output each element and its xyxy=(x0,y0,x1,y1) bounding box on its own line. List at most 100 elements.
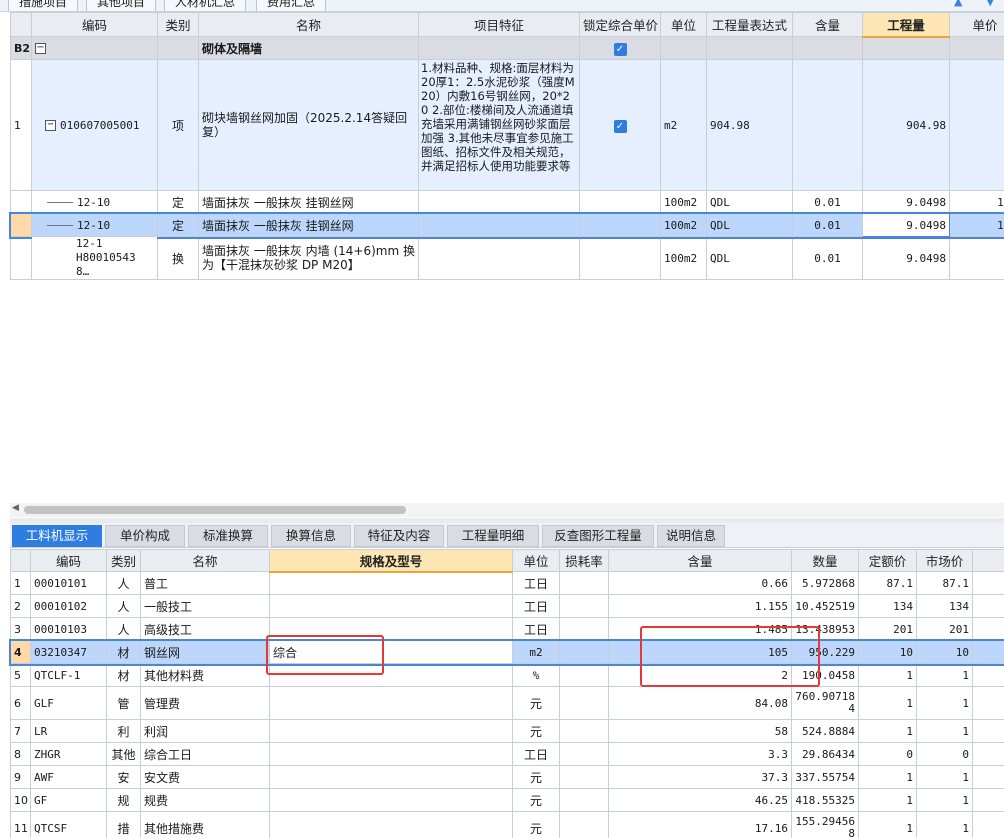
quota-type[interactable]: 换 xyxy=(157,236,199,280)
item-name[interactable]: 砌块墙钢丝网加固（2025.2.14答疑回复） xyxy=(198,59,419,191)
tab-measures[interactable]: 措施项目 xyxy=(8,0,79,11)
resource-name[interactable]: 管理费 xyxy=(140,686,270,720)
resource-quantity[interactable]: 418.55325 xyxy=(791,788,859,812)
tab-conversion-info[interactable]: 换算信息 xyxy=(271,525,351,547)
resource-content[interactable]: 3.3 xyxy=(608,742,792,766)
resource-loss-rate[interactable] xyxy=(559,719,609,743)
checkmark-icon[interactable]: ✓ xyxy=(613,42,627,56)
tab-material-summary[interactable]: 人材机汇总 xyxy=(164,0,247,11)
quota-expr[interactable]: QDL xyxy=(706,236,793,280)
resource-name[interactable]: 规费 xyxy=(140,788,270,812)
resource-row[interactable]: 10 GF 规规费元 46.25 418.55325 1 1 xyxy=(10,788,1004,812)
col-quantity[interactable]: 数量 xyxy=(791,549,859,572)
col-unit[interactable]: 单位 xyxy=(512,549,560,572)
item-type[interactable]: 项 xyxy=(157,59,199,191)
resource-quantity[interactable]: 29.86434 xyxy=(791,742,859,766)
resource-base-price[interactable]: 1 xyxy=(858,663,917,687)
resource-base-price[interactable]: 1 xyxy=(858,719,917,743)
resource-market-price[interactable]: 201 xyxy=(916,617,973,641)
resource-name[interactable]: 高级技工 xyxy=(140,617,270,641)
tab-standard-conversion[interactable]: 标准换算 xyxy=(188,525,268,547)
resource-code[interactable]: QTCLF-1 xyxy=(30,663,107,687)
resource-loss-rate[interactable] xyxy=(559,811,609,838)
resource-base-price[interactable]: 134 xyxy=(858,594,917,618)
resource-code[interactable]: 00010101 xyxy=(30,571,107,595)
resource-code[interactable]: 00010103 xyxy=(30,617,107,641)
resource-row[interactable]: 6 GLF 管管理费元 84.08 760.907184 1 1 xyxy=(10,686,1004,720)
resource-type[interactable]: 安 xyxy=(106,765,141,789)
resource-row[interactable]: 5 QTCLF-1 材其他材料费% 2 190.0458 1 1 xyxy=(10,663,1004,687)
resource-unit[interactable]: 工日 xyxy=(512,742,560,766)
tab-features-content[interactable]: 特征及内容 xyxy=(354,525,444,547)
resource-type[interactable]: 材 xyxy=(106,663,141,687)
arrow-down-icon[interactable]: ▼ xyxy=(986,0,994,8)
resource-content[interactable]: 46.25 xyxy=(608,788,792,812)
item-qty-expr[interactable]: 904.98 xyxy=(706,59,793,191)
quota-unit[interactable]: 100m2 xyxy=(660,190,707,214)
col-lock-price[interactable]: 锁定综合单价 xyxy=(579,12,661,37)
resource-base-price[interactable]: 87.1 xyxy=(858,571,917,595)
resource-content[interactable]: 37.3 xyxy=(608,765,792,789)
collapse-icon[interactable]: − xyxy=(35,43,46,54)
resource-type[interactable]: 措 xyxy=(106,811,141,838)
resource-market-price[interactable]: 10 xyxy=(916,640,973,664)
col-type[interactable]: 类别 xyxy=(106,549,141,572)
resource-row[interactable]: 4 03210347 材钢丝网 综合 m2 105 950.229 10 10 xyxy=(8,638,1004,666)
item-unit[interactable]: m2 xyxy=(660,59,707,191)
resource-quantity[interactable]: 524.8884 xyxy=(791,719,859,743)
col-type[interactable]: 类别 xyxy=(157,12,199,37)
resource-unit[interactable]: 工日 xyxy=(512,594,560,618)
resource-spec[interactable] xyxy=(269,788,513,812)
resource-loss-rate[interactable] xyxy=(559,788,609,812)
resource-quantity[interactable]: 337.55754 xyxy=(791,765,859,789)
resource-name[interactable]: 其他措施费 xyxy=(140,811,270,838)
resource-unit[interactable]: 工日 xyxy=(512,571,560,595)
resource-unit[interactable]: 元 xyxy=(512,788,560,812)
resource-quantity[interactable]: 10.452519 xyxy=(791,594,859,618)
resource-code[interactable]: ZHGR xyxy=(30,742,107,766)
resource-spec[interactable] xyxy=(269,811,513,838)
resource-unit[interactable]: 元 xyxy=(512,686,560,720)
resource-unit[interactable]: 元 xyxy=(512,811,560,838)
quota-content[interactable]: 0.01 xyxy=(792,213,863,237)
quota-price[interactable]: 31 xyxy=(949,236,1004,280)
quota-row[interactable]: 12-1 H80010543 8… 换 墙面抹灰 一般抹灰 内墙 (14+6)m… xyxy=(10,236,1004,280)
quota-quantity[interactable]: 9.0498 xyxy=(862,213,950,237)
col-features[interactable]: 项目特征 xyxy=(418,12,580,37)
resource-type[interactable]: 材 xyxy=(106,640,141,664)
resource-quantity[interactable]: 155.294568 xyxy=(791,811,859,838)
resource-code[interactable]: QTCSF xyxy=(30,811,107,838)
resource-unit[interactable]: m2 xyxy=(512,640,560,664)
resource-loss-rate[interactable] xyxy=(559,765,609,789)
resource-row[interactable]: 3 00010103 人高级技工 工日 1.485 13.438953 201 201 xyxy=(10,617,1004,641)
col-base-price[interactable]: 定额价 xyxy=(858,549,917,572)
resource-market-price[interactable]: 1 xyxy=(916,719,973,743)
resource-row[interactable]: 9 AWF 安安文费元 37.3 337.55754 1 1 xyxy=(10,765,1004,789)
resource-base-price[interactable]: 1 xyxy=(858,788,917,812)
resource-spec[interactable] xyxy=(269,742,513,766)
group-row[interactable]: B2 − 砌体及隔墙 ✓ xyxy=(10,36,1004,60)
col-content[interactable]: 含量 xyxy=(792,12,863,37)
group-toggle[interactable]: − xyxy=(31,36,158,60)
quota-expr[interactable]: QDL xyxy=(706,213,793,237)
resource-quantity[interactable]: 760.907184 xyxy=(791,686,859,720)
resource-code[interactable]: 03210347 xyxy=(30,640,107,664)
resource-loss-rate[interactable] xyxy=(559,686,609,720)
quota-content[interactable]: 0.01 xyxy=(792,190,863,214)
resource-base-price[interactable]: 1 xyxy=(858,686,917,720)
resource-spec[interactable] xyxy=(269,571,513,595)
resource-code[interactable]: AWF xyxy=(30,765,107,789)
col-unit[interactable]: 单位 xyxy=(660,12,707,37)
resource-type[interactable]: 其他 xyxy=(106,742,141,766)
resource-base-price[interactable]: 1 xyxy=(858,811,917,838)
horizontal-scrollbar[interactable]: ◀ xyxy=(10,503,1004,517)
resource-code[interactable]: 00010102 xyxy=(30,594,107,618)
tab-labor-material-machine[interactable]: 工料机显示 xyxy=(12,525,102,547)
resource-row[interactable]: 2 00010102 人一般技工 工日 1.155 10.452519 134 134 xyxy=(10,594,1004,618)
resource-content[interactable]: 1.155 xyxy=(608,594,792,618)
resource-type[interactable]: 利 xyxy=(106,719,141,743)
quota-code[interactable]: 12-1 H80010543 8… xyxy=(31,236,158,280)
quota-unit[interactable]: 100m2 xyxy=(660,213,707,237)
col-content[interactable]: 含量 xyxy=(608,549,792,572)
resource-loss-rate[interactable] xyxy=(559,594,609,618)
